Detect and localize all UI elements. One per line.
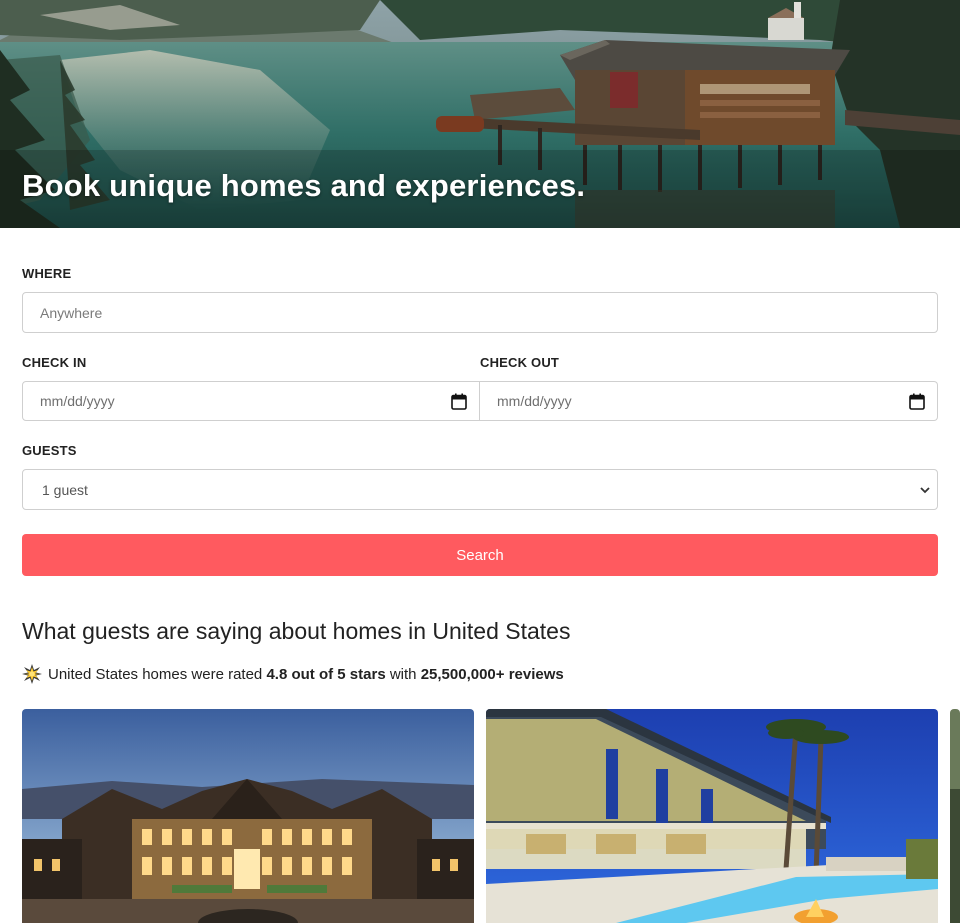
where-placeholder: Anywhere — [40, 304, 103, 321]
guests-label: GUESTS — [22, 443, 77, 458]
rating-prefix: United States homes were rated — [48, 665, 263, 683]
calendar-icon[interactable] — [451, 393, 467, 410]
star-burst-icon — [22, 664, 42, 684]
rating-value: 4.8 out of 5 stars — [266, 665, 386, 683]
calendar-icon[interactable] — [909, 393, 925, 410]
listing-image-partial — [950, 709, 960, 923]
listing-card[interactable] — [22, 709, 474, 923]
where-label: WHERE — [22, 266, 72, 281]
check-in-label: CHECK IN — [22, 355, 87, 370]
listing-card-partial[interactable] — [950, 709, 960, 923]
guests-selected-value: 1 guest — [42, 481, 88, 498]
rating-middle: with — [389, 665, 417, 683]
check-out-input[interactable]: mm/dd/yyyy — [480, 381, 938, 421]
review-count: 25,500,000+ reviews — [420, 665, 564, 683]
hero-title: Book unique homes and experiences. — [22, 168, 586, 203]
listing-card[interactable] — [486, 709, 938, 923]
listing-image-villa — [486, 709, 938, 923]
check-in-placeholder: mm/dd/yyyy — [40, 393, 115, 409]
where-input[interactable]: Anywhere — [22, 292, 938, 333]
hero-banner: Book unique homes and experiences. — [0, 0, 960, 228]
rating-summary: United States homes were rated 4.8 out o… — [22, 664, 564, 684]
reviews-heading: What guests are saying about homes in Un… — [22, 618, 571, 644]
search-button[interactable]: Search — [22, 534, 938, 576]
check-in-input[interactable]: mm/dd/yyyy — [22, 381, 480, 421]
check-out-placeholder: mm/dd/yyyy — [497, 393, 572, 409]
check-out-label: CHECK OUT — [480, 355, 560, 370]
chevron-down-icon — [920, 487, 930, 494]
guests-select[interactable]: 1 guest — [22, 469, 938, 510]
listing-image-mansion — [22, 709, 474, 923]
